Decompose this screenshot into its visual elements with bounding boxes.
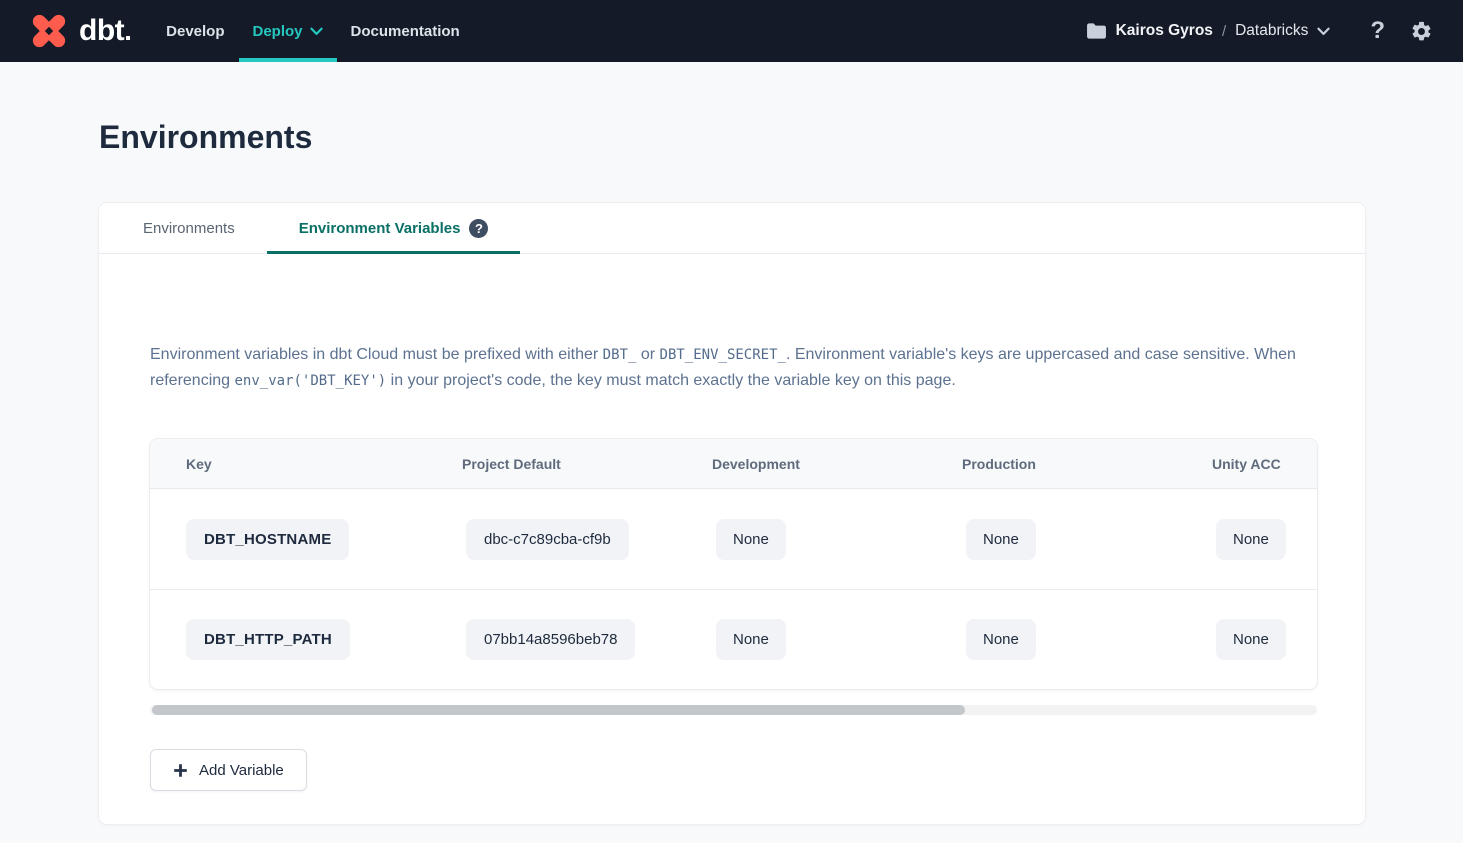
plus-icon (173, 763, 188, 778)
nav-item-documentation[interactable]: Documentation (337, 0, 474, 62)
main-content: Environments Environments Environment Va… (0, 116, 1463, 824)
help-icon[interactable]: ? (1370, 19, 1385, 43)
tab-environments[interactable]: Environments (111, 203, 267, 253)
column-header-key: Key (186, 456, 462, 472)
page-title: Environments (99, 116, 1365, 158)
production-cell[interactable]: None (966, 619, 1036, 660)
variable-key-cell[interactable]: DBT_HOSTNAME (186, 519, 349, 560)
settings-gear-icon[interactable] (1410, 20, 1433, 43)
tab-help-icon[interactable]: ? (469, 219, 488, 238)
horizontal-scrollbar-thumb[interactable] (152, 705, 965, 715)
folder-icon (1086, 22, 1107, 40)
table-row: DBT_HOSTNAME dbc-c7c89cba-cf9b None None… (150, 489, 1317, 589)
tab-label: Environment Variables (299, 220, 461, 237)
card-body: Environment variables in dbt Cloud must … (99, 342, 1365, 791)
nav-item-label: Deploy (253, 23, 303, 40)
chevron-down-icon (1317, 27, 1330, 36)
breadcrumb-separator: / (1222, 23, 1226, 40)
unity-acc-cell[interactable]: None (1216, 619, 1286, 660)
gear-icon (1410, 20, 1433, 43)
column-header-unity-acc: Unity ACC (1212, 456, 1317, 472)
tab-environment-variables[interactable]: Environment Variables ? (267, 203, 521, 253)
nav-item-label: Develop (166, 23, 224, 40)
navbar-right: Kairos Gyros / Databricks ? (1086, 19, 1433, 43)
description-text: Environment variables in dbt Cloud must … (150, 342, 1317, 394)
project-default-cell[interactable]: dbc-c7c89cba-cf9b (466, 519, 629, 560)
variable-key-cell[interactable]: DBT_HTTP_PATH (186, 619, 350, 660)
tab-label: Environments (143, 220, 235, 237)
table-row: DBT_HTTP_PATH 07bb14a8596beb78 None None… (150, 589, 1317, 689)
environment-name: Databricks (1235, 22, 1308, 40)
project-name: Kairos Gyros (1116, 22, 1213, 40)
development-cell[interactable]: None (716, 519, 786, 560)
nav-item-develop[interactable]: Develop (152, 0, 238, 62)
add-variable-label: Add Variable (199, 762, 284, 779)
column-header-project-default: Project Default (462, 456, 712, 472)
environments-card: Environments Environment Variables ? Env… (99, 203, 1365, 824)
primary-nav: Develop Deploy Documentation (152, 0, 474, 62)
project-picker[interactable]: Kairos Gyros / Databricks (1086, 22, 1331, 40)
brand-wordmark: dbt (79, 16, 130, 46)
column-header-development: Development (712, 456, 962, 472)
unity-acc-cell[interactable]: None (1216, 519, 1286, 560)
dbt-logo[interactable]: dbt (28, 10, 130, 52)
table-header-row: Key Project Default Development Producti… (150, 439, 1317, 489)
add-variable-button[interactable]: Add Variable (150, 749, 307, 791)
top-navbar: dbt Develop Deploy Documentation Kairos … (0, 0, 1463, 62)
tab-bar: Environments Environment Variables ? (99, 203, 1365, 254)
dbt-logo-icon (28, 10, 70, 52)
production-cell[interactable]: None (966, 519, 1036, 560)
nav-item-deploy[interactable]: Deploy (239, 0, 337, 62)
chevron-down-icon (310, 27, 323, 36)
development-cell[interactable]: None (716, 619, 786, 660)
horizontal-scrollbar-track[interactable] (150, 705, 1317, 715)
nav-item-label: Documentation (351, 23, 460, 40)
project-default-cell[interactable]: 07bb14a8596beb78 (466, 619, 635, 660)
environment-variables-table: Key Project Default Development Producti… (150, 439, 1317, 689)
column-header-production: Production (962, 456, 1212, 472)
